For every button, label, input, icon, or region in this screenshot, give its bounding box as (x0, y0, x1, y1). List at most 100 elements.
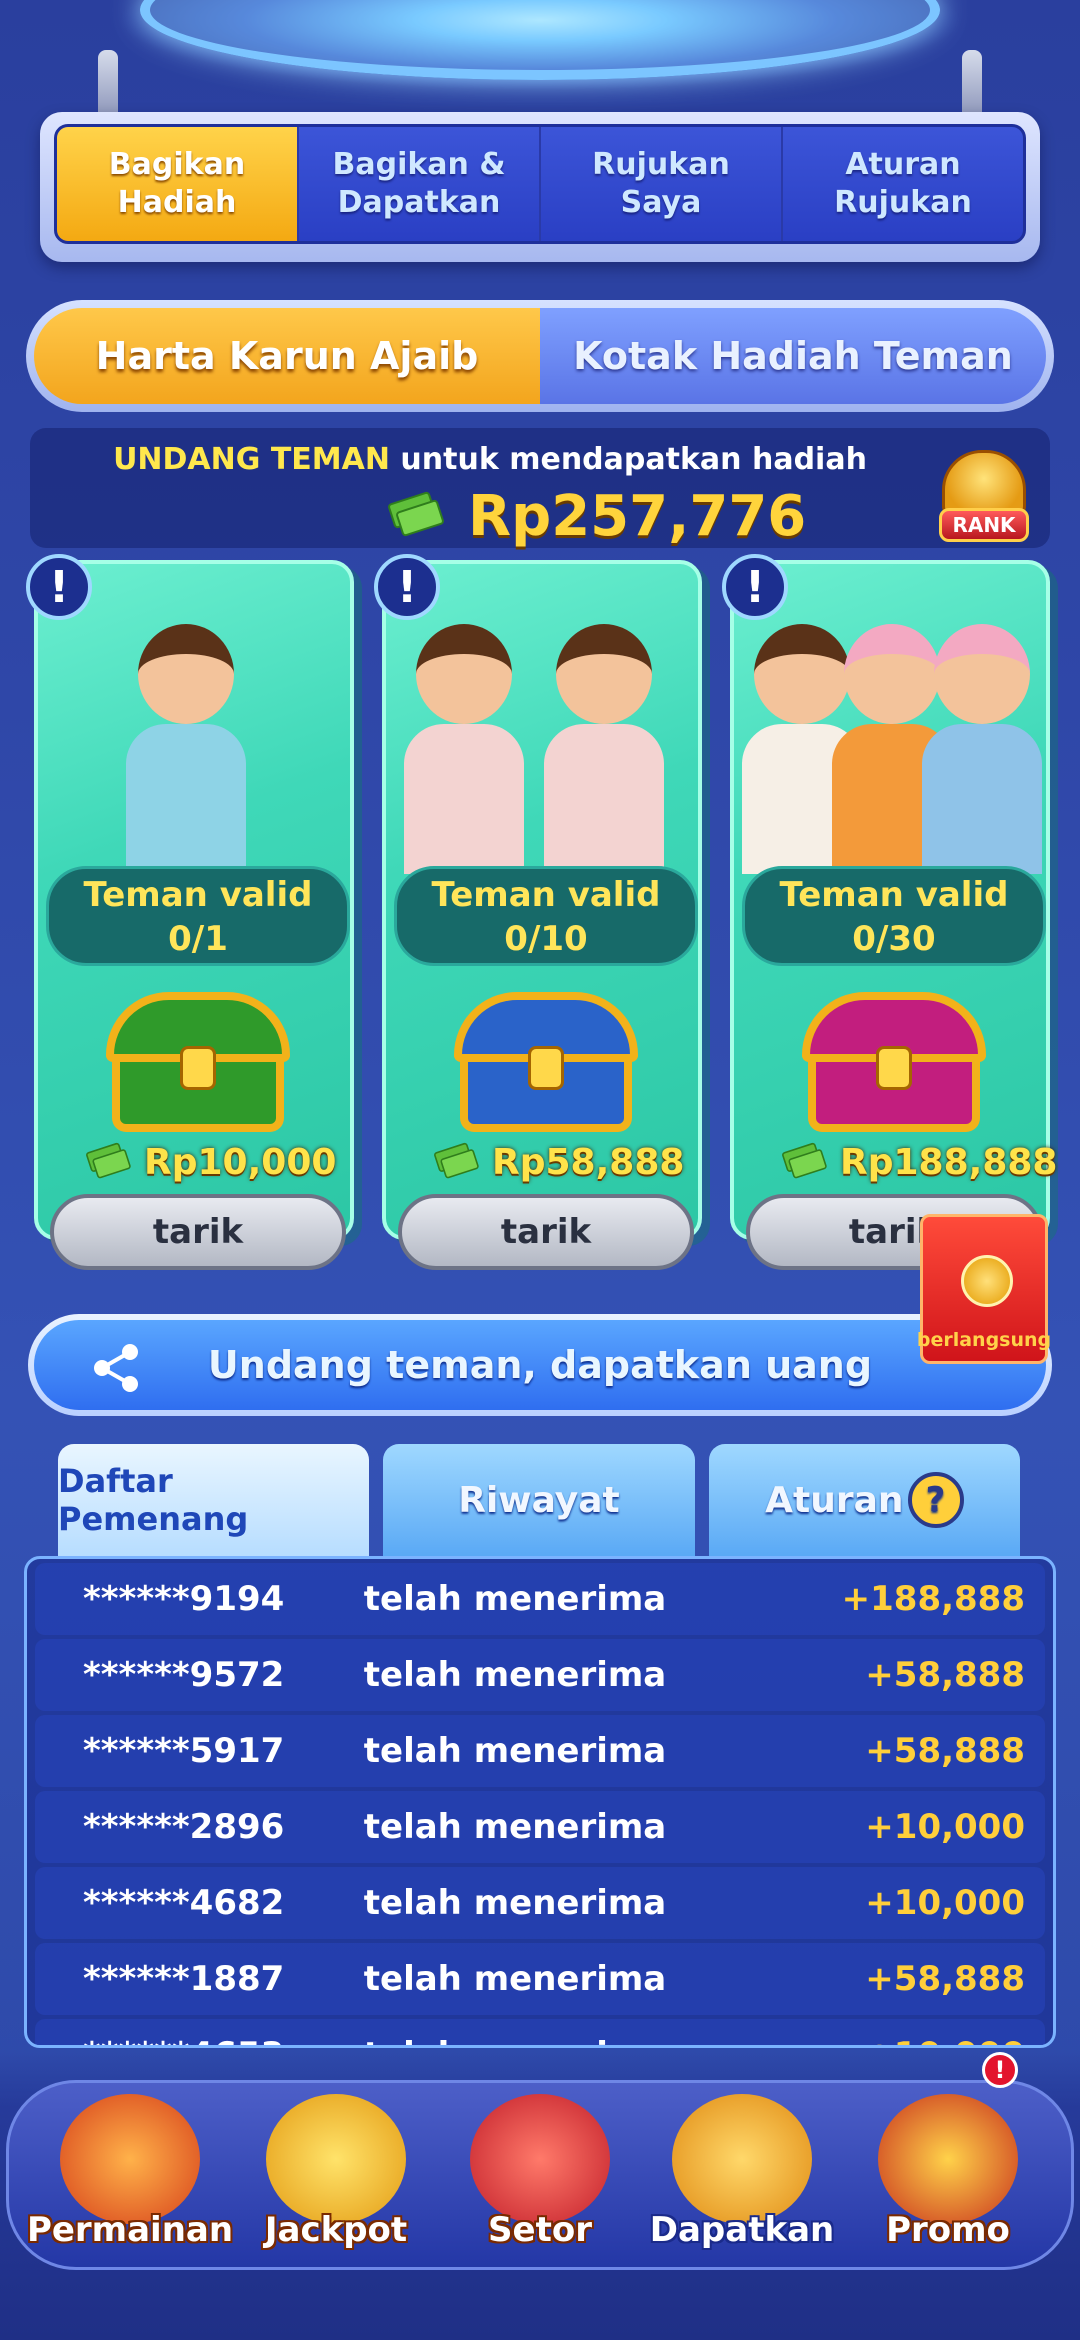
claim-button[interactable]: tarik (398, 1194, 694, 1270)
friend-illustration (58, 584, 338, 874)
winners-list[interactable]: ******9194 telah menerima +188,888 *****… (24, 1556, 1056, 2048)
segment-switch: Harta Karun Ajaib Kotak Hadiah Teman (26, 300, 1054, 412)
treasure-chest-icon (802, 992, 986, 1132)
nav-permainan[interactable]: Permainan (26, 2050, 234, 2250)
invite-amount: Rp257,776 (468, 484, 807, 549)
valid-friends-label: Teman valid (779, 875, 1009, 915)
winner-amount: +58,888 (865, 1655, 1025, 1695)
main-tabs: Bagikan Hadiah Bagikan & Dapatkan Rujuka… (54, 124, 1026, 244)
trophy-icon (266, 2094, 406, 2224)
reward-card-1: ! Teman valid 0/1 Rp10,000 tarik (26, 554, 354, 1270)
reward-row: Rp10,000 (82, 1141, 337, 1183)
rank-button[interactable]: RANK (932, 432, 1036, 542)
winner-id: ******4653 (35, 2035, 335, 2045)
winner-status: telah menerima (335, 2035, 695, 2045)
table-row: ******4653 telah menerima +10,000 (35, 2019, 1045, 2045)
claim-button[interactable]: tarik (50, 1194, 346, 1270)
treasure-chest-icon (454, 992, 638, 1132)
bottom-navigation: Permainan Jackpot Setor Dapatkan Promo ! (0, 2050, 1080, 2340)
post-right (962, 50, 982, 120)
nav-label: Permainan (26, 2210, 234, 2250)
nav-label: Jackpot (264, 2210, 408, 2250)
segment-kotak-hadiah[interactable]: Kotak Hadiah Teman (540, 308, 1046, 404)
table-row: ******4682 telah menerima +10,000 (35, 1867, 1045, 1939)
winner-id: ******2896 (83, 1807, 285, 1847)
friend-illustration (404, 584, 686, 874)
tab-aturan[interactable]: Aturan ? (708, 1444, 1020, 1556)
rank-label: RANK (939, 508, 1029, 542)
valid-friends-label: Teman valid (83, 875, 313, 915)
help-question-icon: ? (907, 1472, 964, 1528)
table-row: ******9572 telah menerima +58,888 (35, 1639, 1045, 1711)
nav-label: Promo (886, 2210, 1010, 2250)
table-row: ******1887 telah menerima +58,888 (35, 1943, 1045, 2015)
valid-friends-progress: 0/10 (504, 919, 588, 959)
nav-label: Dapatkan (649, 2210, 835, 2250)
red-packet-label: berlangsung (916, 1329, 1052, 1351)
winner-status: telah menerima (363, 1807, 667, 1847)
nav-setor[interactable]: Setor (440, 2050, 640, 2250)
valid-friends-label: Teman valid (431, 875, 661, 915)
winner-id: ******1887 (83, 1959, 285, 1999)
stage-ring (140, 0, 940, 80)
money-icon (85, 1141, 133, 1179)
tab-aturan-rujukan[interactable]: Aturan Rujukan (783, 127, 1023, 241)
valid-friends-progress: 0/30 (852, 919, 936, 959)
nav-dapatkan[interactable]: Dapatkan (642, 2050, 842, 2250)
table-row: ******2896 telah menerima +10,000 (35, 1791, 1045, 1863)
winner-amount: +10,000 (865, 1807, 1025, 1847)
segment-harta-karun[interactable]: Harta Karun Ajaib (34, 308, 540, 404)
winner-amount: +10,000 (865, 1883, 1025, 1923)
tab-aturan-label: Aturan (765, 1479, 904, 1521)
tab-bagikan-dapatkan[interactable]: Bagikan & Dapatkan (299, 127, 541, 241)
gift-chest-icon (470, 2094, 610, 2224)
winner-status: telah menerima (363, 1883, 667, 1923)
tab-riwayat[interactable]: Riwayat (383, 1444, 695, 1556)
winner-status: telah menerima (363, 1655, 667, 1695)
reward-amount: Rp10,000 (144, 1142, 337, 1183)
invite-description: untuk mendapatkan hadiah (389, 442, 867, 477)
table-row: ******5917 telah menerima +58,888 (35, 1715, 1045, 1787)
invite-banner: UNDANG TEMAN untuk mendapatkan hadiah Rp… (30, 428, 1050, 549)
money-icon (433, 1141, 481, 1179)
nav-jackpot[interactable]: Jackpot (236, 2050, 436, 2250)
notification-badge: ! (982, 2052, 1018, 2088)
winner-id: ******5917 (83, 1731, 285, 1771)
slot-machine-icon (60, 2094, 200, 2224)
nav-promo[interactable]: Promo ! (848, 2050, 1048, 2250)
treasure-chest-icon (878, 2094, 1018, 2224)
reward-card-3: ! Teman valid 0/30 Rp188,888 tarik (722, 554, 1057, 1270)
post-left (98, 50, 118, 120)
tab-rujukan-saya[interactable]: Rujukan Saya (541, 127, 783, 241)
kid-figure (922, 624, 1042, 874)
money-icon (781, 1141, 829, 1179)
valid-friends-box: Teman valid 0/30 (742, 866, 1046, 966)
valid-friends-box: Teman valid 0/1 (46, 866, 350, 966)
winner-id: ******9572 (83, 1655, 285, 1695)
winner-status: telah menerima (363, 1959, 667, 1999)
handshake-icon (672, 2094, 812, 2224)
list-tabs: Daftar Pemenang Riwayat Aturan ? (58, 1444, 1020, 1556)
money-icon (387, 490, 446, 537)
winner-status: telah menerima (363, 1731, 667, 1771)
kid-figure (404, 624, 524, 874)
table-row: ******9194 telah menerima +188,888 (35, 1563, 1045, 1635)
share-label: Undang teman, dapatkan uang (207, 1343, 873, 1387)
invite-amount-row: Rp257,776 (387, 484, 807, 549)
tab-daftar-pemenang[interactable]: Daftar Pemenang (58, 1444, 370, 1556)
main-tabs-frame: Bagikan Hadiah Bagikan & Dapatkan Rujuka… (40, 112, 1040, 262)
tab-bagikan-hadiah[interactable]: Bagikan Hadiah (57, 127, 299, 241)
red-packet-event-button[interactable]: berlangsung (916, 1214, 1052, 1364)
kid-figure (544, 624, 664, 874)
nav-label: Setor (488, 2210, 592, 2250)
reward-row: Rp58,888 (430, 1141, 684, 1183)
invite-share-button[interactable]: Undang teman, dapatkan uang (28, 1314, 1052, 1416)
reward-amount: Rp188,888 (840, 1142, 1058, 1183)
reward-row: Rp188,888 (778, 1141, 1058, 1183)
winner-amount: +58,888 (865, 1731, 1025, 1771)
treasure-chest-icon (106, 992, 290, 1132)
winner-id: ******9194 (83, 1579, 285, 1619)
winner-amount: +58,888 (865, 1959, 1025, 1999)
valid-friends-progress: 0/1 (168, 919, 228, 959)
valid-friends-box: Teman valid 0/10 (394, 866, 698, 966)
